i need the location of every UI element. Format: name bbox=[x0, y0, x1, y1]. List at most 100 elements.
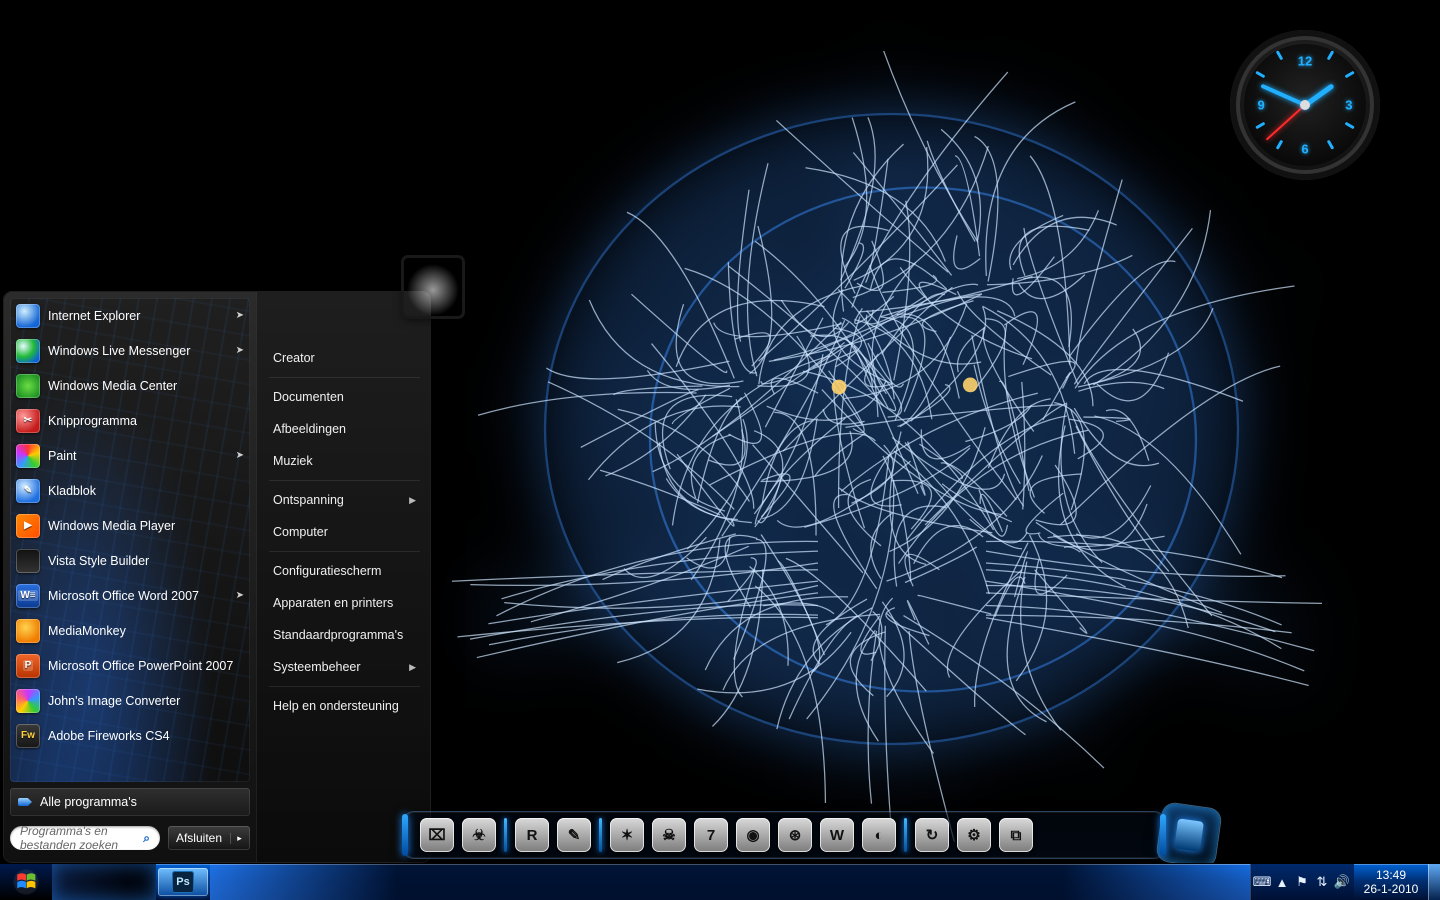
start-place-label: Documenten bbox=[273, 390, 344, 404]
refresh-icon[interactable]: ↻ bbox=[915, 818, 949, 852]
start-program-wmp[interactable]: ▶ Windows Media Player bbox=[10, 508, 250, 543]
tiger-wallpaper-art bbox=[398, 51, 1322, 849]
volume-icon[interactable]: 🔊 bbox=[1334, 874, 1350, 890]
taskbar-clock[interactable]: 13:49 26-1-2010 bbox=[1354, 864, 1428, 900]
analog-clock-gadget[interactable]: 12 3 6 9 bbox=[1230, 30, 1380, 180]
start-program-label: Windows Media Player bbox=[48, 519, 175, 533]
start-program-vsb[interactable]: Vista Style Builder bbox=[10, 543, 250, 578]
start-menu: Internet Explorer➤Windows Live Messenger… bbox=[4, 292, 430, 862]
all-programs-arrow-icon bbox=[18, 798, 32, 806]
start-place-label: Apparaten en printers bbox=[273, 596, 393, 610]
start-place-systeembeheer[interactable]: Systeembeheer▶ bbox=[265, 651, 424, 683]
start-place-label: Computer bbox=[273, 525, 328, 539]
swirl-icon[interactable]: ◉ bbox=[736, 818, 770, 852]
start-search-input[interactable]: Programma's en bestanden zoeken ⌕ bbox=[10, 826, 160, 850]
start-program-word[interactable]: W≡Microsoft Office Word 2007➤ bbox=[10, 578, 250, 613]
start-program-label: Microsoft Office Word 2007 bbox=[48, 589, 199, 603]
shield-icon[interactable]: ✶ bbox=[610, 818, 644, 852]
start-program-label: Microsoft Office PowerPoint 2007 bbox=[48, 659, 233, 673]
start-program-notepad[interactable]: ✎Kladblok bbox=[10, 473, 250, 508]
start-place-creator[interactable]: Creator bbox=[265, 342, 424, 374]
biohazard-icon[interactable]: ☣ bbox=[462, 818, 496, 852]
start-place-label: Muziek bbox=[273, 454, 313, 468]
start-menu-left-pane: Internet Explorer➤Windows Live Messenger… bbox=[4, 292, 256, 862]
action-center-icon[interactable]: ⚑ bbox=[1294, 874, 1310, 890]
jic-icon bbox=[16, 689, 40, 713]
start-place-apparaten-en-printers[interactable]: Apparaten en printers bbox=[265, 587, 424, 619]
start-place-configuratiescherm[interactable]: Configuratiescherm bbox=[265, 555, 424, 587]
chevron-right-icon: ➤ bbox=[236, 450, 244, 461]
start-program-mediamonkey[interactable]: MediaMonkey bbox=[10, 613, 250, 648]
clock-tick bbox=[1327, 139, 1335, 149]
all-programs-label: Alle programma's bbox=[40, 795, 137, 809]
wmp-icon: ▶ bbox=[16, 514, 40, 538]
photoshop-icon: Ps bbox=[172, 871, 194, 893]
start-program-paint[interactable]: Paint ➤ bbox=[10, 438, 250, 473]
start-button[interactable] bbox=[0, 864, 52, 900]
shutdown-button[interactable]: Afsluiten ▸ bbox=[168, 826, 250, 850]
show-desktop-button[interactable] bbox=[1428, 864, 1440, 900]
start-place-muziek[interactable]: Muziek bbox=[265, 445, 424, 477]
dock-separator bbox=[599, 818, 602, 852]
w-app-icon[interactable]: W bbox=[820, 818, 854, 852]
gear-icon[interactable]: ⚙ bbox=[957, 818, 991, 852]
7-icon[interactable]: 7 bbox=[694, 818, 728, 852]
start-place-standaardprogramma-s[interactable]: Standaardprogramma's bbox=[265, 619, 424, 651]
input-indicator-icon[interactable]: ⌨ bbox=[1254, 874, 1270, 890]
messenger-icon bbox=[16, 339, 40, 363]
clock-tick bbox=[1256, 122, 1266, 130]
globe-icon[interactable]: ⊛ bbox=[778, 818, 812, 852]
word-icon: W≡ bbox=[16, 584, 40, 608]
start-menu-programs-list: Internet Explorer➤Windows Live Messenger… bbox=[10, 298, 250, 782]
clock-hub bbox=[1300, 100, 1310, 110]
network-icon[interactable]: ⇅ bbox=[1314, 874, 1330, 890]
start-program-ie[interactable]: Internet Explorer➤ bbox=[10, 298, 250, 333]
taskbar-app-photoshop[interactable]: Ps bbox=[158, 868, 208, 896]
media-center-icon bbox=[16, 374, 40, 398]
user-avatar[interactable] bbox=[404, 258, 462, 316]
taskbar-date: 26-1-2010 bbox=[1360, 882, 1422, 896]
feather-icon[interactable]: ✎ bbox=[557, 818, 591, 852]
powerpoint-icon: P bbox=[16, 654, 40, 678]
start-place-label: Creator bbox=[273, 351, 315, 365]
skull-icon[interactable]: ☠ bbox=[652, 818, 686, 852]
r-app-icon[interactable]: R bbox=[515, 818, 549, 852]
start-right-separator bbox=[269, 377, 420, 378]
all-programs-button[interactable]: Alle programma's bbox=[10, 788, 250, 816]
start-program-powerpoint[interactable]: P Microsoft Office PowerPoint 2007 bbox=[10, 648, 250, 683]
start-place-documenten[interactable]: Documenten bbox=[265, 381, 424, 413]
clock-tick bbox=[1256, 71, 1266, 79]
start-program-jic[interactable]: John's Image Converter bbox=[10, 683, 250, 718]
start-place-computer[interactable]: Computer bbox=[265, 516, 424, 548]
shutdown-options-chevron-icon[interactable]: ▸ bbox=[230, 833, 242, 844]
notepad-icon: ✎ bbox=[16, 479, 40, 503]
start-right-separator bbox=[269, 551, 420, 552]
start-place-label: Ontspanning bbox=[273, 493, 344, 507]
dock-end-capsule[interactable] bbox=[1156, 802, 1222, 868]
start-program-label: Internet Explorer bbox=[48, 309, 140, 323]
start-program-label: John's Image Converter bbox=[48, 694, 180, 708]
start-program-snipping[interactable]: ✂Knipprogramma bbox=[10, 403, 250, 438]
clock-numeral-6: 6 bbox=[1301, 141, 1308, 156]
start-place-label: Afbeeldingen bbox=[273, 422, 346, 436]
start-place-afbeeldingen[interactable]: Afbeeldingen bbox=[265, 413, 424, 445]
clock-second-hand bbox=[1266, 104, 1306, 140]
start-program-label: Adobe Fireworks CS4 bbox=[48, 729, 170, 743]
show-hidden-icon[interactable]: ▲ bbox=[1274, 874, 1290, 890]
clock-tick bbox=[1276, 139, 1284, 149]
start-program-label: Paint bbox=[48, 449, 77, 463]
start-program-fireworks[interactable]: FwAdobe Fireworks CS4 bbox=[10, 718, 250, 753]
start-program-messenger[interactable]: Windows Live Messenger➤ bbox=[10, 333, 250, 368]
monitor-icon[interactable]: ⌧ bbox=[420, 818, 454, 852]
start-place-help-en-ondersteuning[interactable]: Help en ondersteuning bbox=[265, 690, 424, 722]
clock-tick bbox=[1327, 51, 1335, 61]
start-search-placeholder: Programma's en bestanden zoeken bbox=[20, 824, 143, 852]
cube-icon[interactable]: ⧉ bbox=[999, 818, 1033, 852]
start-place-label: Standaardprogramma's bbox=[273, 628, 403, 642]
taskbar-empty-area[interactable] bbox=[210, 864, 1250, 900]
start-place-ontspanning[interactable]: Ontspanning▶ bbox=[265, 484, 424, 516]
start-program-media-center[interactable]: Windows Media Center bbox=[10, 368, 250, 403]
start-program-label: Windows Media Center bbox=[48, 379, 177, 393]
ie-icon bbox=[16, 304, 40, 328]
aperture-icon[interactable]: ◐ bbox=[862, 818, 896, 852]
